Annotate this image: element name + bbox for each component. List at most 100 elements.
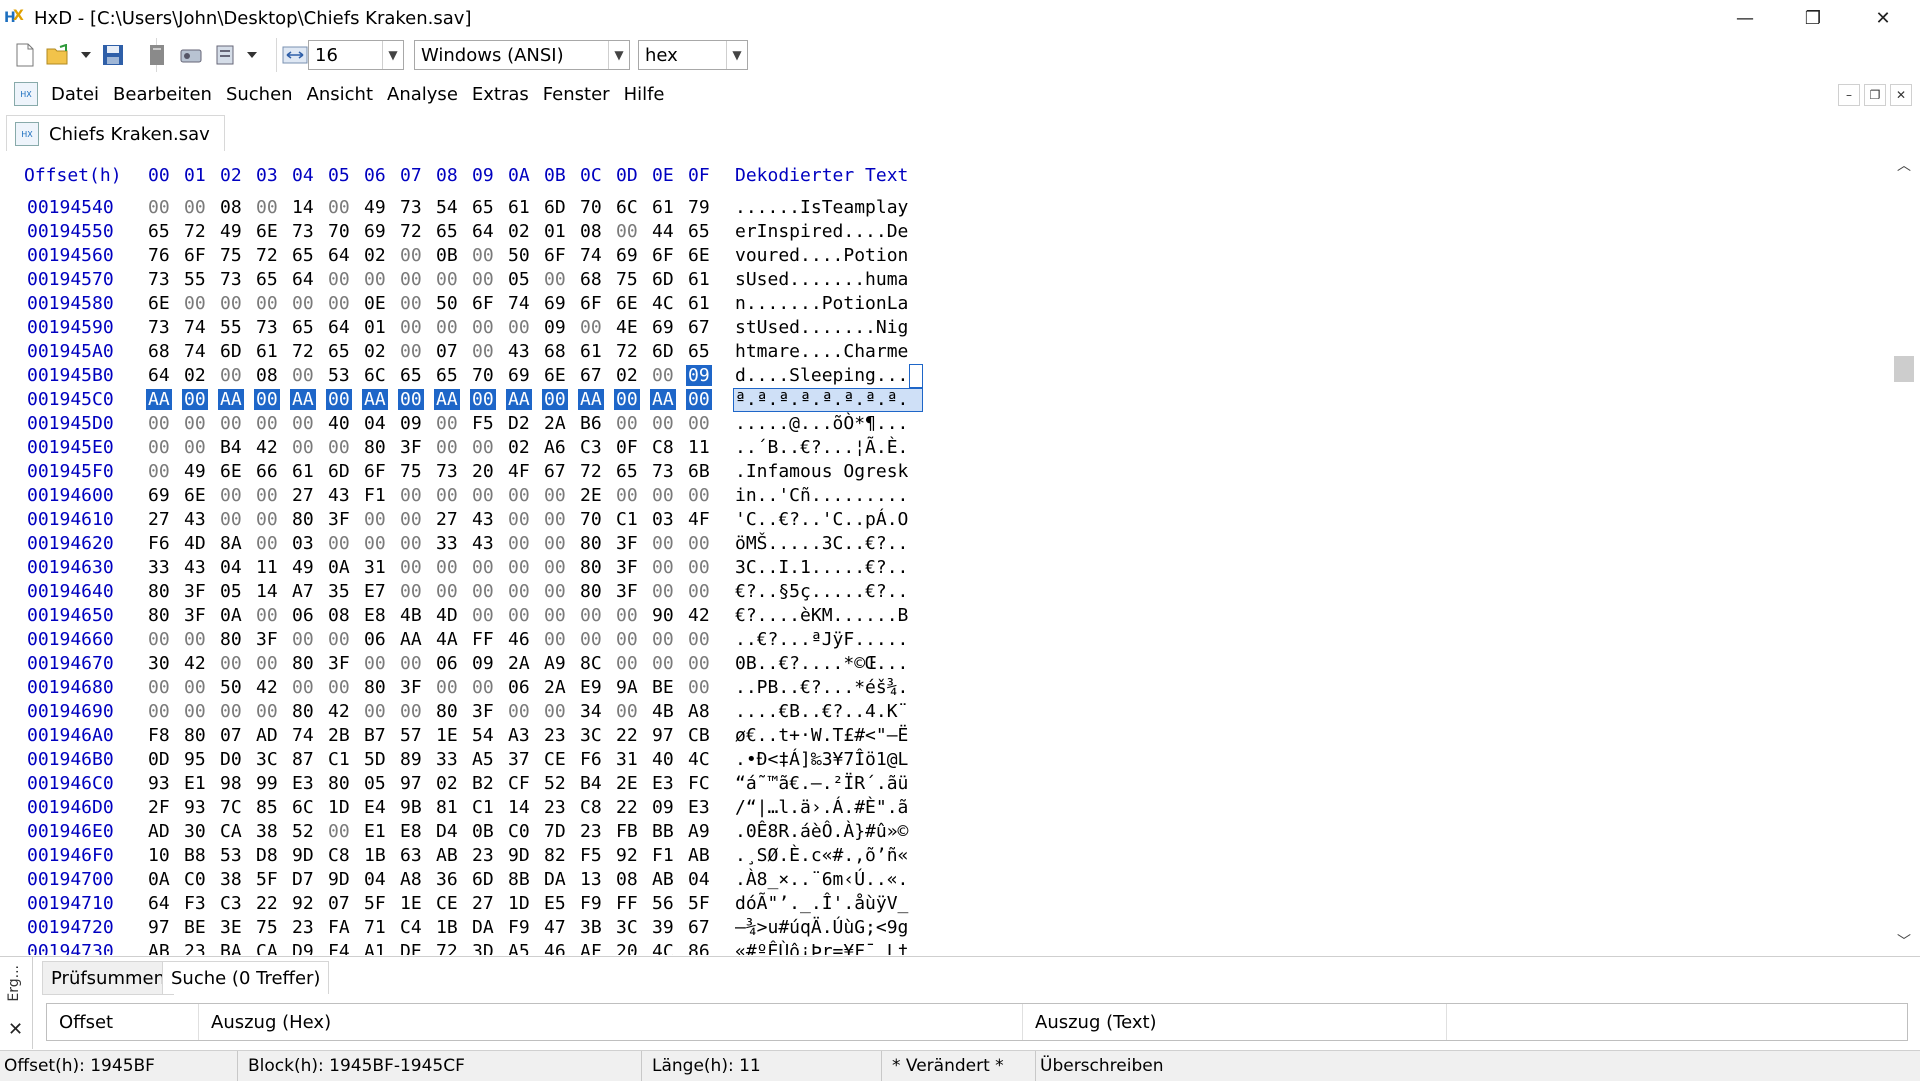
hex-byte[interactable]: 3F bbox=[182, 581, 208, 602]
hex-byte[interactable]: AA bbox=[218, 389, 244, 410]
hex-byte[interactable]: 95 bbox=[182, 749, 208, 770]
hex-byte[interactable]: 31 bbox=[362, 557, 388, 578]
hex-byte[interactable]: 01 bbox=[362, 317, 388, 338]
results-header-offset[interactable]: Offset bbox=[47, 1004, 199, 1040]
hex-byte[interactable]: 00 bbox=[182, 293, 208, 314]
hex-byte[interactable]: 02 bbox=[506, 437, 532, 458]
decoded-text[interactable]: —¾>u#úqÄ.ÚùG;<9g bbox=[735, 917, 908, 938]
hex-byte[interactable]: 2A bbox=[542, 413, 568, 434]
hex-byte[interactable]: C3 bbox=[578, 437, 604, 458]
hex-byte[interactable]: A1 bbox=[362, 941, 388, 955]
hex-byte[interactable]: 00 bbox=[398, 389, 424, 410]
hex-byte[interactable]: 65 bbox=[434, 221, 460, 242]
decoded-text[interactable]: 3C..I.1.....€?.. bbox=[735, 557, 908, 578]
hex-byte[interactable]: D7 bbox=[290, 869, 316, 890]
hex-byte[interactable]: 4D bbox=[434, 605, 460, 626]
hex-byte[interactable]: 4E bbox=[614, 317, 640, 338]
hex-byte[interactable]: 00 bbox=[650, 485, 676, 506]
hex-byte[interactable]: 9D bbox=[290, 845, 316, 866]
hex-byte[interactable]: 00 bbox=[362, 653, 388, 674]
hex-byte[interactable]: 4F bbox=[686, 509, 712, 530]
hex-byte[interactable]: 65 bbox=[398, 365, 424, 386]
hex-byte[interactable]: 06 bbox=[362, 629, 388, 650]
hex-byte[interactable]: 00 bbox=[470, 581, 496, 602]
hex-byte[interactable]: 69 bbox=[614, 245, 640, 266]
hex-byte[interactable]: C0 bbox=[182, 869, 208, 890]
hex-byte[interactable]: 20 bbox=[614, 941, 640, 955]
hex-byte[interactable]: 30 bbox=[146, 653, 172, 674]
decoded-text[interactable]: 0B..€?....*©Œ... bbox=[735, 653, 908, 674]
hex-byte[interactable]: FC bbox=[686, 773, 712, 794]
decoded-text[interactable]: .Infamous Ogresk bbox=[735, 461, 908, 482]
hex-byte[interactable]: 3F bbox=[398, 677, 424, 698]
hex-byte[interactable]: 00 bbox=[326, 437, 352, 458]
hex-byte[interactable]: 80 bbox=[578, 533, 604, 554]
hex-byte[interactable]: E9 bbox=[578, 677, 604, 698]
hex-byte[interactable]: 08 bbox=[578, 221, 604, 242]
hex-byte[interactable]: 5F bbox=[686, 893, 712, 914]
hex-byte[interactable]: E1 bbox=[182, 773, 208, 794]
hex-byte[interactable]: 43 bbox=[470, 533, 496, 554]
hex-byte[interactable]: A5 bbox=[506, 941, 532, 955]
decoded-text[interactable]: dóÃ"’._.Î'.åùÿV_ bbox=[735, 893, 908, 914]
hex-byte[interactable]: 61 bbox=[686, 269, 712, 290]
hex-byte[interactable]: E3 bbox=[686, 797, 712, 818]
hex-byte[interactable]: 3F bbox=[614, 533, 640, 554]
hex-byte[interactable]: AA bbox=[578, 389, 604, 410]
hex-byte[interactable]: 50 bbox=[218, 677, 244, 698]
hex-byte[interactable]: 64 bbox=[326, 245, 352, 266]
hex-byte[interactable]: 6E bbox=[614, 293, 640, 314]
hex-byte[interactable]: 00 bbox=[686, 557, 712, 578]
hex-byte[interactable]: 00 bbox=[650, 413, 676, 434]
hex-byte[interactable]: 40 bbox=[650, 749, 676, 770]
decoded-text[interactable]: htmare....Charme bbox=[735, 341, 908, 362]
hex-byte[interactable]: AA bbox=[362, 389, 388, 410]
hex-byte[interactable]: 6E bbox=[686, 245, 712, 266]
hex-byte[interactable]: 80 bbox=[182, 725, 208, 746]
menu-datei[interactable]: Datei bbox=[44, 84, 106, 105]
hex-byte[interactable]: 1D bbox=[506, 893, 532, 914]
hex-byte[interactable]: 38 bbox=[254, 821, 280, 842]
hex-byte[interactable]: 65 bbox=[254, 269, 280, 290]
hex-byte[interactable]: 00 bbox=[578, 605, 604, 626]
hex-byte[interactable]: 01 bbox=[542, 221, 568, 242]
hex-byte[interactable]: 6B bbox=[686, 461, 712, 482]
hex-byte[interactable]: 66 bbox=[254, 461, 280, 482]
hex-byte[interactable]: 23 bbox=[578, 821, 604, 842]
hex-byte[interactable]: 54 bbox=[470, 725, 496, 746]
hex-byte[interactable]: D8 bbox=[254, 845, 280, 866]
hex-byte[interactable]: 33 bbox=[146, 557, 172, 578]
decoded-text[interactable]: .¸SØ.È.c«#.‚õ’ñ« bbox=[735, 845, 908, 866]
save-icon[interactable] bbox=[100, 42, 126, 68]
hex-byte[interactable]: 8A bbox=[218, 533, 244, 554]
hex-byte[interactable]: 22 bbox=[254, 893, 280, 914]
hex-byte[interactable]: 80 bbox=[326, 773, 352, 794]
hex-byte[interactable]: 1E bbox=[398, 893, 424, 914]
hex-byte[interactable]: 23 bbox=[470, 845, 496, 866]
hex-byte[interactable]: D9 bbox=[290, 941, 316, 955]
hex-byte[interactable]: 00 bbox=[506, 557, 532, 578]
hex-byte[interactable]: 00 bbox=[506, 317, 532, 338]
hex-byte[interactable]: 65 bbox=[326, 341, 352, 362]
hex-byte[interactable]: 4F bbox=[506, 461, 532, 482]
hex-byte[interactable]: AF bbox=[578, 941, 604, 955]
hex-byte[interactable]: 3F bbox=[254, 629, 280, 650]
hex-byte[interactable]: 27 bbox=[434, 509, 460, 530]
hex-byte[interactable]: AB bbox=[650, 869, 676, 890]
results-header-text[interactable]: Auszug (Text) bbox=[1023, 1004, 1447, 1040]
hex-byte[interactable]: 61 bbox=[254, 341, 280, 362]
hex-byte[interactable]: 00 bbox=[290, 413, 316, 434]
hex-byte[interactable]: 00 bbox=[434, 581, 460, 602]
hex-byte[interactable]: CE bbox=[434, 893, 460, 914]
hex-byte[interactable]: 00 bbox=[470, 557, 496, 578]
hex-byte[interactable]: 00 bbox=[254, 605, 280, 626]
hex-byte[interactable]: 42 bbox=[254, 437, 280, 458]
hex-byte[interactable]: 73 bbox=[290, 221, 316, 242]
hex-byte[interactable]: 80 bbox=[218, 629, 244, 650]
hex-byte[interactable]: 00 bbox=[326, 269, 352, 290]
hex-byte[interactable]: 13 bbox=[578, 869, 604, 890]
hex-byte[interactable]: 00 bbox=[146, 197, 172, 218]
decoded-text[interactable]: .•Ð<‡Á]‰3¥7Îö1@L bbox=[735, 749, 908, 770]
hex-byte[interactable]: 4C bbox=[686, 749, 712, 770]
hex-byte[interactable]: 00 bbox=[542, 557, 568, 578]
